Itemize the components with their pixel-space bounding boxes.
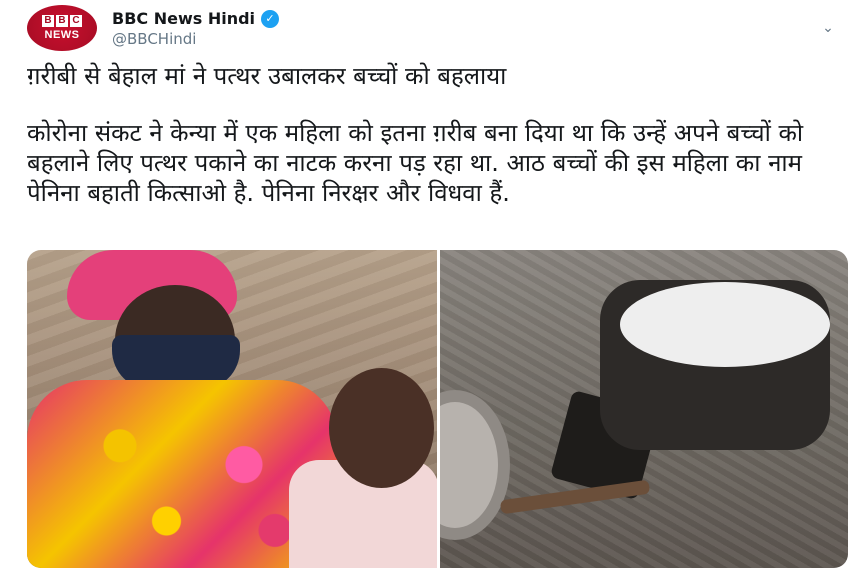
account-handle[interactable]: @BBCHindi — [112, 30, 196, 48]
photo-stove-ash-top — [620, 282, 830, 367]
photo-mother-and-baby[interactable] — [27, 250, 437, 568]
display-name[interactable]: BBC News Hindi — [112, 9, 255, 28]
verified-badge-icon: ✓ — [261, 9, 280, 28]
bbc-logo-letter: B — [42, 15, 54, 27]
tweet-headline: ग़रीबी से बेहाल मां ने पत्थर उबालकर बच्च… — [27, 62, 507, 90]
photo-baby-head — [329, 368, 434, 488]
chevron-down-icon[interactable]: ⌄ — [820, 20, 836, 36]
account-name-row: BBC News Hindi ✓ — [112, 9, 280, 28]
tweet-body: कोरोना संकट ने केन्या में एक महिला को इत… — [27, 119, 804, 207]
bbc-logo-news-word: NEWS — [44, 29, 80, 41]
tweet-card: B B C NEWS BBC News Hindi ✓ @BBCHindi ⌄ … — [0, 0, 850, 573]
photo-stove[interactable] — [440, 250, 848, 568]
bbc-logo-letter: B — [56, 15, 68, 27]
bbc-logo: B B C — [42, 15, 82, 27]
avatar[interactable]: B B C NEWS — [27, 5, 97, 51]
bbc-logo-letter: C — [70, 15, 82, 27]
tweet-media — [27, 250, 848, 568]
